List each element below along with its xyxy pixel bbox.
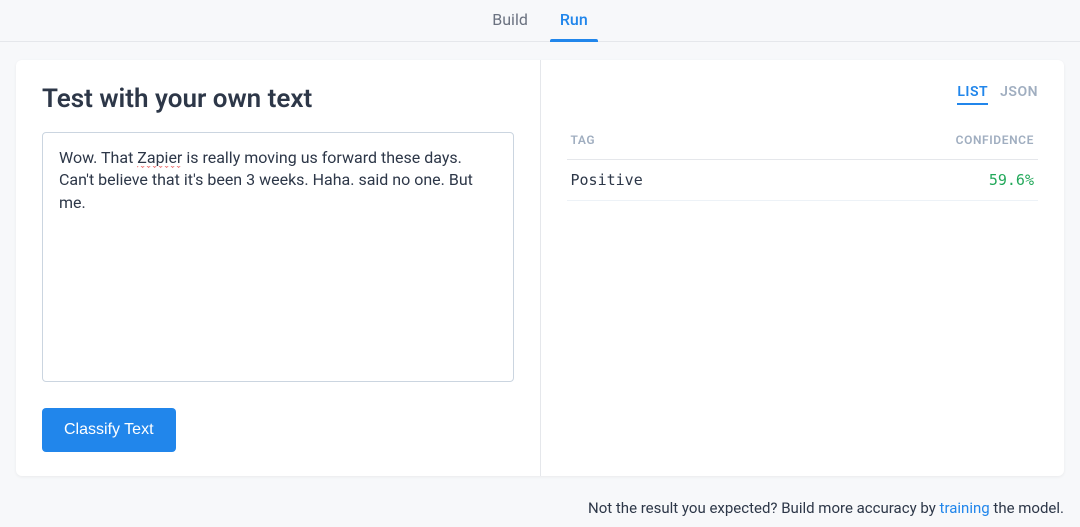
- footer-suffix: the model.: [990, 499, 1064, 517]
- card: Test with your own text Wow. That Zapier…: [16, 60, 1064, 476]
- footer-prefix: Not the result you expected? Build more …: [588, 499, 940, 517]
- page-title: Test with your own text: [42, 84, 514, 114]
- left-panel: Test with your own text Wow. That Zapier…: [16, 60, 541, 476]
- view-list[interactable]: LIST: [957, 84, 988, 105]
- view-toggle: LIST JSON: [567, 84, 1039, 105]
- confidence-value: 59.6%: [989, 171, 1034, 189]
- footer-note: Not the result you expected? Build more …: [16, 499, 1064, 517]
- tab-build[interactable]: Build: [476, 0, 544, 41]
- right-panel: LIST JSON TAG CONFIDENCE Positive 59.6%: [541, 60, 1065, 476]
- tag-value: Positive: [571, 171, 643, 189]
- result-row: Positive 59.6%: [567, 160, 1039, 201]
- main-tabs: Build Run: [0, 0, 1080, 42]
- input-text-spellerr: Zapier: [137, 148, 182, 168]
- col-confidence: CONFIDENCE: [956, 133, 1034, 147]
- classify-button[interactable]: Classify Text: [42, 408, 176, 452]
- col-tag: TAG: [571, 133, 596, 147]
- tab-run[interactable]: Run: [544, 0, 604, 41]
- classify-input[interactable]: Wow. That Zapier is really moving us for…: [42, 132, 514, 382]
- training-link[interactable]: training: [940, 499, 990, 517]
- view-json[interactable]: JSON: [1000, 84, 1038, 105]
- input-text-prefix: Wow. That: [59, 148, 137, 167]
- result-header: TAG CONFIDENCE: [567, 133, 1039, 160]
